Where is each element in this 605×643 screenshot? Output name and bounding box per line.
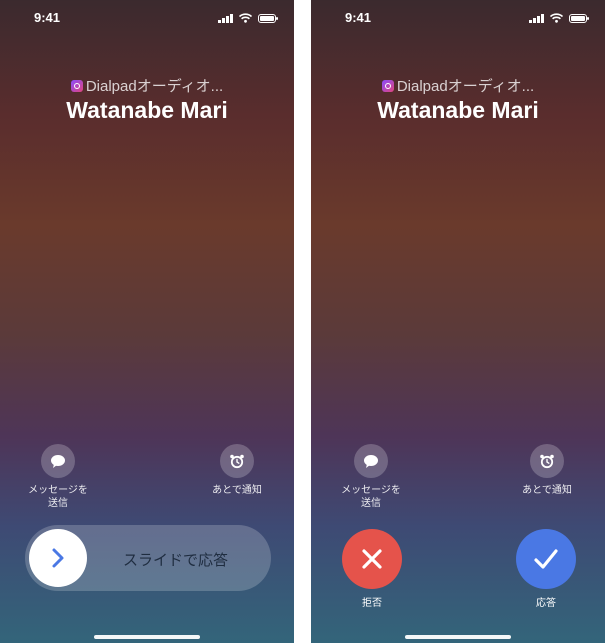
caller-name: Watanabe Mari	[66, 97, 228, 123]
send-message-label-line1: メッセージを	[28, 485, 88, 496]
caller-app-row: Dialpadオーディオ...	[311, 75, 605, 96]
caller-name: Watanabe Mari	[377, 97, 539, 123]
remind-later-button[interactable]: あとで通知	[502, 444, 592, 497]
remind-later-button[interactable]: あとで通知	[192, 444, 282, 497]
answer-label: 応答	[536, 598, 556, 609]
status-bar: 9:41	[311, 10, 605, 28]
alarm-clock-icon	[530, 444, 564, 478]
cellular-signal-icon	[218, 13, 233, 23]
incoming-call-screen-unlocked: 9:41 Dialpadオーディオ... Watanabe Mari メッセージ…	[311, 0, 605, 643]
send-message-label-line2: 送信	[361, 498, 381, 509]
remind-later-label: あとで通知	[212, 485, 262, 496]
chevron-right-icon	[52, 548, 64, 568]
wifi-icon	[239, 13, 252, 23]
battery-icon	[258, 13, 278, 23]
status-icons	[529, 13, 589, 23]
caller-app-label: Dialpadオーディオ...	[85, 78, 224, 95]
decline-label: 拒否	[362, 598, 382, 609]
checkmark-icon	[516, 529, 576, 589]
caller-app-row: Dialpadオーディオ...	[0, 75, 294, 96]
speech-bubble-icon	[354, 444, 388, 478]
slide-to-answer-slider[interactable]: スライドで応答	[25, 525, 271, 591]
status-time: 9:41	[34, 10, 61, 25]
incoming-call-screen-locked: 9:41 Dialpadオーディオ... Watanabe Mari メッセージ…	[0, 0, 294, 643]
cellular-signal-icon	[529, 13, 544, 23]
wifi-icon	[550, 13, 563, 23]
dialpad-app-icon	[381, 79, 394, 92]
remind-later-label: あとで通知	[522, 485, 572, 496]
battery-icon	[569, 13, 589, 23]
send-message-label-line2: 送信	[48, 498, 68, 509]
alarm-clock-icon	[220, 444, 254, 478]
send-message-button[interactable]: メッセージを 送信	[326, 444, 416, 510]
caller-app-label: Dialpadオーディオ...	[396, 78, 535, 95]
answer-button[interactable]: 応答	[516, 529, 576, 609]
status-time: 9:41	[345, 10, 372, 25]
send-message-button[interactable]: メッセージを 送信	[13, 444, 103, 510]
home-indicator[interactable]	[405, 635, 511, 639]
slide-to-answer-label: スライドで応答	[123, 552, 229, 569]
decline-button[interactable]: 拒否	[342, 529, 402, 609]
speech-bubble-icon	[41, 444, 75, 478]
home-indicator[interactable]	[94, 635, 200, 639]
slider-knob[interactable]	[29, 529, 87, 587]
dialpad-app-icon	[70, 79, 83, 92]
x-icon	[342, 529, 402, 589]
status-bar: 9:41	[0, 10, 294, 28]
send-message-label-line1: メッセージを	[341, 485, 401, 496]
status-icons	[218, 13, 278, 23]
